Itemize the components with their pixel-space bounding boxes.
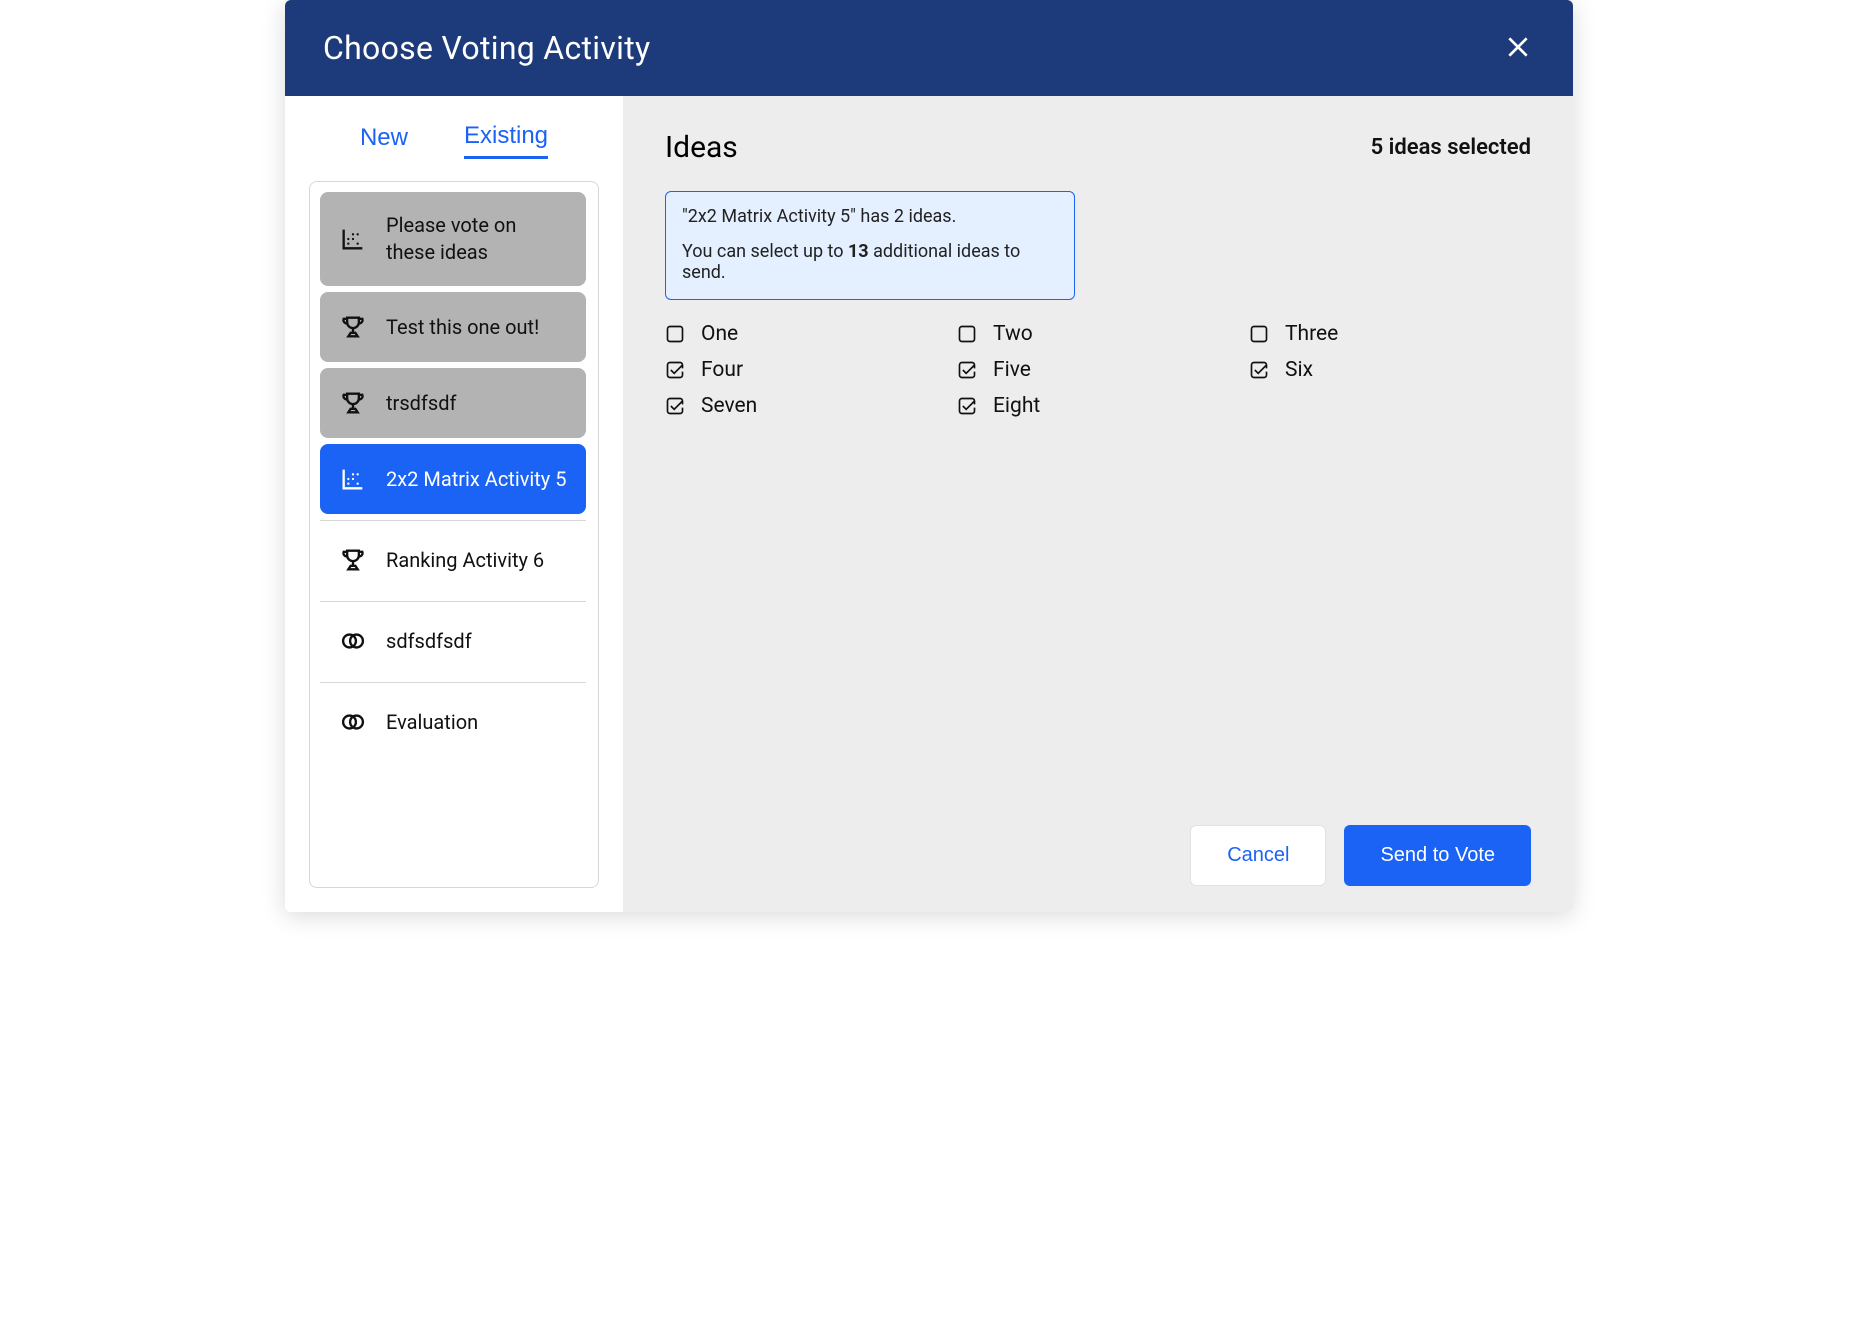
idea-label: Six <box>1285 358 1313 382</box>
info-line-2: You can select up to 13 additional ideas… <box>682 241 1058 283</box>
activity-item[interactable]: Evaluation <box>320 687 586 757</box>
activity-item-label: sdfsdfsdf <box>386 628 472 655</box>
send-to-vote-button[interactable]: Send to Vote <box>1344 825 1531 886</box>
trophy-icon <box>338 312 368 342</box>
activity-separator <box>320 601 586 602</box>
main-panel: Ideas 5 ideas selected "2x2 Matrix Activ… <box>623 96 1573 912</box>
checkbox-checked-icon <box>1249 360 1269 380</box>
idea-checkbox[interactable]: Five <box>957 356 1239 384</box>
activity-item[interactable]: trsdfsdf <box>320 368 586 438</box>
idea-checkbox[interactable]: Four <box>665 356 947 384</box>
idea-checkbox[interactable]: One <box>665 320 947 348</box>
tab-new[interactable]: New <box>360 122 408 159</box>
checkbox-empty-icon <box>1249 324 1269 344</box>
ideas-grid: One Two Three Four Five Six Seven Eight <box>665 320 1531 420</box>
matrix-icon <box>338 464 368 494</box>
activity-item[interactable]: sdfsdfsdf <box>320 606 586 676</box>
idea-label: Eight <box>993 394 1040 418</box>
sidebar: New Existing Please vote on these ideas T… <box>285 96 623 912</box>
voting-activity-modal: Choose Voting Activity New Existing Plea… <box>285 0 1573 912</box>
activity-list[interactable]: Please vote on these ideas Test this one … <box>320 192 596 887</box>
main-header: Ideas 5 ideas selected <box>665 130 1531 165</box>
modal-body: New Existing Please vote on these ideas T… <box>285 96 1573 912</box>
selected-count: 5 ideas selected <box>1371 135 1531 160</box>
modal-header: Choose Voting Activity <box>285 0 1573 96</box>
activity-item-label: Evaluation <box>386 709 478 736</box>
info-line-2-prefix: You can select up to <box>682 241 848 262</box>
idea-checkbox[interactable]: Two <box>957 320 1239 348</box>
close-button[interactable] <box>1501 30 1535 67</box>
activity-item-label: trsdfsdf <box>386 390 456 417</box>
checkbox-checked-icon <box>665 396 685 416</box>
close-icon <box>1505 48 1531 63</box>
idea-label: Seven <box>701 394 757 418</box>
checkbox-checked-icon <box>957 360 977 380</box>
idea-checkbox[interactable]: Seven <box>665 392 947 420</box>
modal-title: Choose Voting Activity <box>323 29 650 67</box>
idea-label: Two <box>993 322 1033 346</box>
activity-item-label: 2x2 Matrix Activity 5 <box>386 466 566 493</box>
tab-existing[interactable]: Existing <box>464 122 548 159</box>
cancel-button[interactable]: Cancel <box>1190 825 1326 886</box>
activity-separator <box>320 682 586 683</box>
rings-icon <box>338 626 368 656</box>
activity-list-container: Please vote on these ideas Test this one … <box>309 181 599 888</box>
activity-item-label: Test this one out! <box>386 314 539 341</box>
activity-item-label: Ranking Activity 6 <box>386 547 544 574</box>
info-line-2-bold: 13 <box>848 241 869 262</box>
idea-label: Three <box>1285 322 1338 346</box>
info-line-1: "2x2 Matrix Activity 5" has 2 ideas. <box>682 206 1058 227</box>
trophy-icon <box>338 388 368 418</box>
activity-item[interactable]: Test this one out! <box>320 292 586 362</box>
activity-item[interactable]: Ranking Activity 6 <box>320 525 586 595</box>
checkbox-checked-icon <box>665 360 685 380</box>
idea-checkbox[interactable]: Eight <box>957 392 1239 420</box>
ideas-heading: Ideas <box>665 130 738 165</box>
activity-item[interactable]: 2x2 Matrix Activity 5 <box>320 444 586 514</box>
rings-icon <box>338 707 368 737</box>
idea-checkbox[interactable]: Three <box>1249 320 1531 348</box>
activity-separator <box>320 520 586 521</box>
trophy-icon <box>338 545 368 575</box>
idea-label: One <box>701 322 738 346</box>
info-box: "2x2 Matrix Activity 5" has 2 ideas. You… <box>665 191 1075 300</box>
activity-item-label: Please vote on these ideas <box>386 212 568 266</box>
idea-label: Five <box>993 358 1031 382</box>
checkbox-empty-icon <box>665 324 685 344</box>
idea-label: Four <box>701 358 743 382</box>
idea-checkbox[interactable]: Six <box>1249 356 1531 384</box>
checkbox-empty-icon <box>957 324 977 344</box>
checkbox-checked-icon <box>957 396 977 416</box>
matrix-icon <box>338 224 368 254</box>
activity-item[interactable]: Please vote on these ideas <box>320 192 586 286</box>
sidebar-tabs: New Existing <box>309 122 599 159</box>
footer: Cancel Send to Vote <box>665 807 1531 886</box>
